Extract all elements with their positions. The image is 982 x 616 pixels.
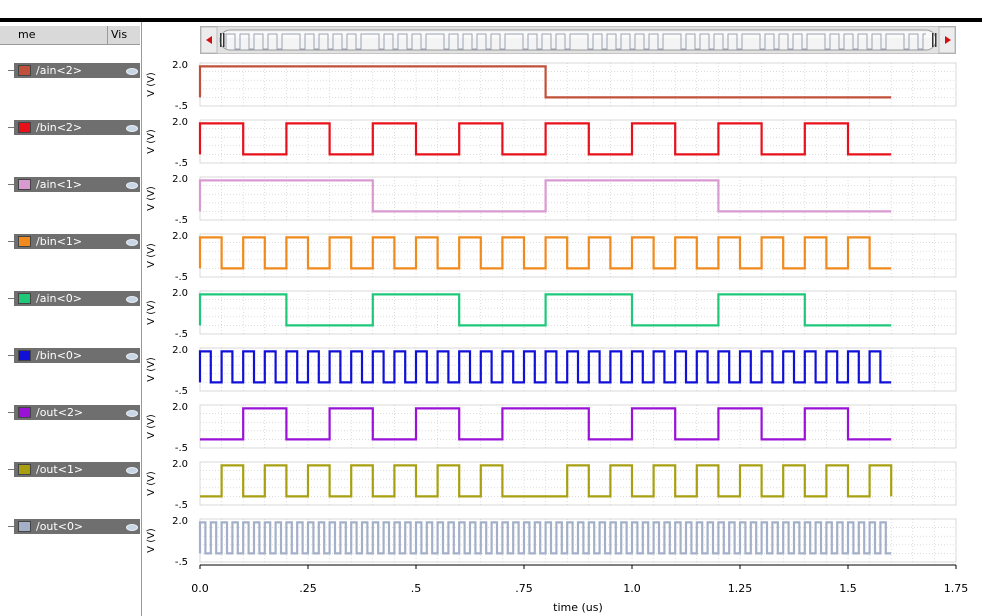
signal-list-item[interactable]: /out<2> xyxy=(8,405,140,420)
x-tick-label: .75 xyxy=(515,582,533,595)
y-axis-label: V (V) xyxy=(146,243,157,268)
visibility-eye-icon[interactable] xyxy=(126,68,138,75)
window-top-strip xyxy=(0,0,982,18)
signal-name: /out<2> xyxy=(36,406,84,419)
tree-connector xyxy=(8,412,14,413)
y-axis-label: V (V) xyxy=(146,414,157,439)
tree-connector xyxy=(8,298,14,299)
visibility-eye-icon[interactable] xyxy=(126,353,138,360)
column-name-header[interactable]: me xyxy=(18,28,35,41)
visibility-eye-icon[interactable] xyxy=(126,410,138,417)
signal-list-item[interactable]: /out<0> xyxy=(8,519,140,534)
subplot-frame xyxy=(199,233,957,278)
x-tick-label: 0.0 xyxy=(191,582,209,595)
y-axis-label: V (V) xyxy=(146,528,157,553)
signal-name: /bin<1> xyxy=(36,235,83,248)
y-axis-label: V (V) xyxy=(146,357,157,382)
visibility-eye-icon[interactable] xyxy=(126,182,138,189)
signal-list-item[interactable]: /ain<1> xyxy=(8,177,140,192)
subplot-frame xyxy=(199,176,957,221)
visibility-eye-icon[interactable] xyxy=(126,467,138,474)
y-axis-label: V (V) xyxy=(146,186,157,211)
subplot-frame xyxy=(199,461,957,506)
x-tick-label: 1.75 xyxy=(944,582,969,595)
subplot-frame xyxy=(199,404,957,449)
signal-list-item[interactable]: /bin<0> xyxy=(8,348,140,363)
y-axis-label: V (V) xyxy=(146,72,157,97)
overview-scrollbar-graphic xyxy=(199,25,957,55)
y-tick-label: 2.0 xyxy=(172,516,188,527)
signal-color-swatch[interactable] xyxy=(18,350,31,361)
tree-connector xyxy=(8,355,14,356)
signal-color-swatch[interactable] xyxy=(18,407,31,418)
signal-color-swatch[interactable] xyxy=(18,122,31,133)
y-tick-label: -.5 xyxy=(175,158,188,169)
window-top-border xyxy=(0,18,982,22)
visibility-eye-icon[interactable] xyxy=(126,524,138,531)
visibility-eye-icon[interactable] xyxy=(126,296,138,303)
visibility-eye-icon[interactable] xyxy=(126,239,138,246)
y-tick-label: 2.0 xyxy=(172,174,188,185)
signal-list-item[interactable]: /bin<1> xyxy=(8,234,140,249)
tree-connector xyxy=(8,70,14,71)
tree-connector xyxy=(8,526,14,527)
tree-connector xyxy=(8,184,14,185)
x-tick-label: .25 xyxy=(299,582,317,595)
y-tick-label: 2.0 xyxy=(172,288,188,299)
y-tick-label: -.5 xyxy=(175,386,188,397)
y-tick-label: -.5 xyxy=(175,500,188,511)
signal-list-item[interactable]: /bin<2> xyxy=(8,120,140,135)
visibility-eye-icon[interactable] xyxy=(126,125,138,132)
signal-color-swatch[interactable] xyxy=(18,464,31,475)
column-separator[interactable] xyxy=(107,26,108,44)
signal-name: /bin<0> xyxy=(36,349,83,362)
y-axis-label: V (V) xyxy=(146,300,157,325)
y-axis-label: V (V) xyxy=(146,129,157,154)
subplot-frame xyxy=(199,290,957,335)
y-tick-label: -.5 xyxy=(175,329,188,340)
column-visibility-header[interactable]: Vis xyxy=(111,28,127,41)
y-tick-label: 2.0 xyxy=(172,402,188,413)
signal-name: /bin<2> xyxy=(36,121,83,134)
signal-list-item[interactable]: /ain<0> xyxy=(8,291,140,306)
subplot-frame xyxy=(199,119,957,164)
y-tick-label: 2.0 xyxy=(172,345,188,356)
y-tick-label: -.5 xyxy=(175,443,188,454)
x-tick-label: 1.0 xyxy=(623,582,641,595)
x-axis-label: time (us) xyxy=(553,601,603,614)
overview-scrollbar[interactable] xyxy=(199,25,957,55)
signal-name: /ain<1> xyxy=(36,178,82,191)
signal-name: /out<1> xyxy=(36,463,84,476)
subplot-frame xyxy=(199,62,957,107)
y-tick-label: -.5 xyxy=(175,215,188,226)
tree-connector xyxy=(8,127,14,128)
y-tick-label: 2.0 xyxy=(172,231,188,242)
x-tick-label: 1.5 xyxy=(839,582,857,595)
y-tick-label: -.5 xyxy=(175,101,188,112)
signal-color-swatch[interactable] xyxy=(18,65,31,76)
series-trace-8 xyxy=(198,521,892,555)
waveform-plot-area: 2.0 -.5 V (V) 2.0 -.5 V (V) 2.0 -.5 V (V) 2.0 -.5 V… xyxy=(146,60,969,614)
y-tick-label: 2.0 xyxy=(172,60,188,71)
tree-connector xyxy=(8,241,14,242)
signal-name: /ain<0> xyxy=(36,292,82,305)
y-tick-label: 2.0 xyxy=(172,459,188,470)
signal-color-swatch[interactable] xyxy=(18,521,31,532)
signal-color-swatch[interactable] xyxy=(18,293,31,304)
signal-list-item[interactable]: /ain<2> xyxy=(8,63,140,78)
y-tick-label: -.5 xyxy=(175,272,188,283)
y-tick-label: -.5 xyxy=(175,557,188,568)
signal-list-header: me Vis xyxy=(0,26,140,45)
signal-name: /ain<2> xyxy=(36,64,82,77)
y-axis-label: V (V) xyxy=(146,471,157,496)
signal-list-item[interactable]: /out<1> xyxy=(8,462,140,477)
signal-name: /out<0> xyxy=(36,520,84,533)
signal-color-swatch[interactable] xyxy=(18,179,31,190)
y-tick-label: 2.0 xyxy=(172,117,188,128)
scroll-thumb-highlight xyxy=(222,32,934,38)
x-tick-label: .5 xyxy=(411,582,422,595)
tree-connector xyxy=(8,469,14,470)
signal-color-swatch[interactable] xyxy=(18,236,31,247)
x-tick-label: 1.25 xyxy=(728,582,753,595)
